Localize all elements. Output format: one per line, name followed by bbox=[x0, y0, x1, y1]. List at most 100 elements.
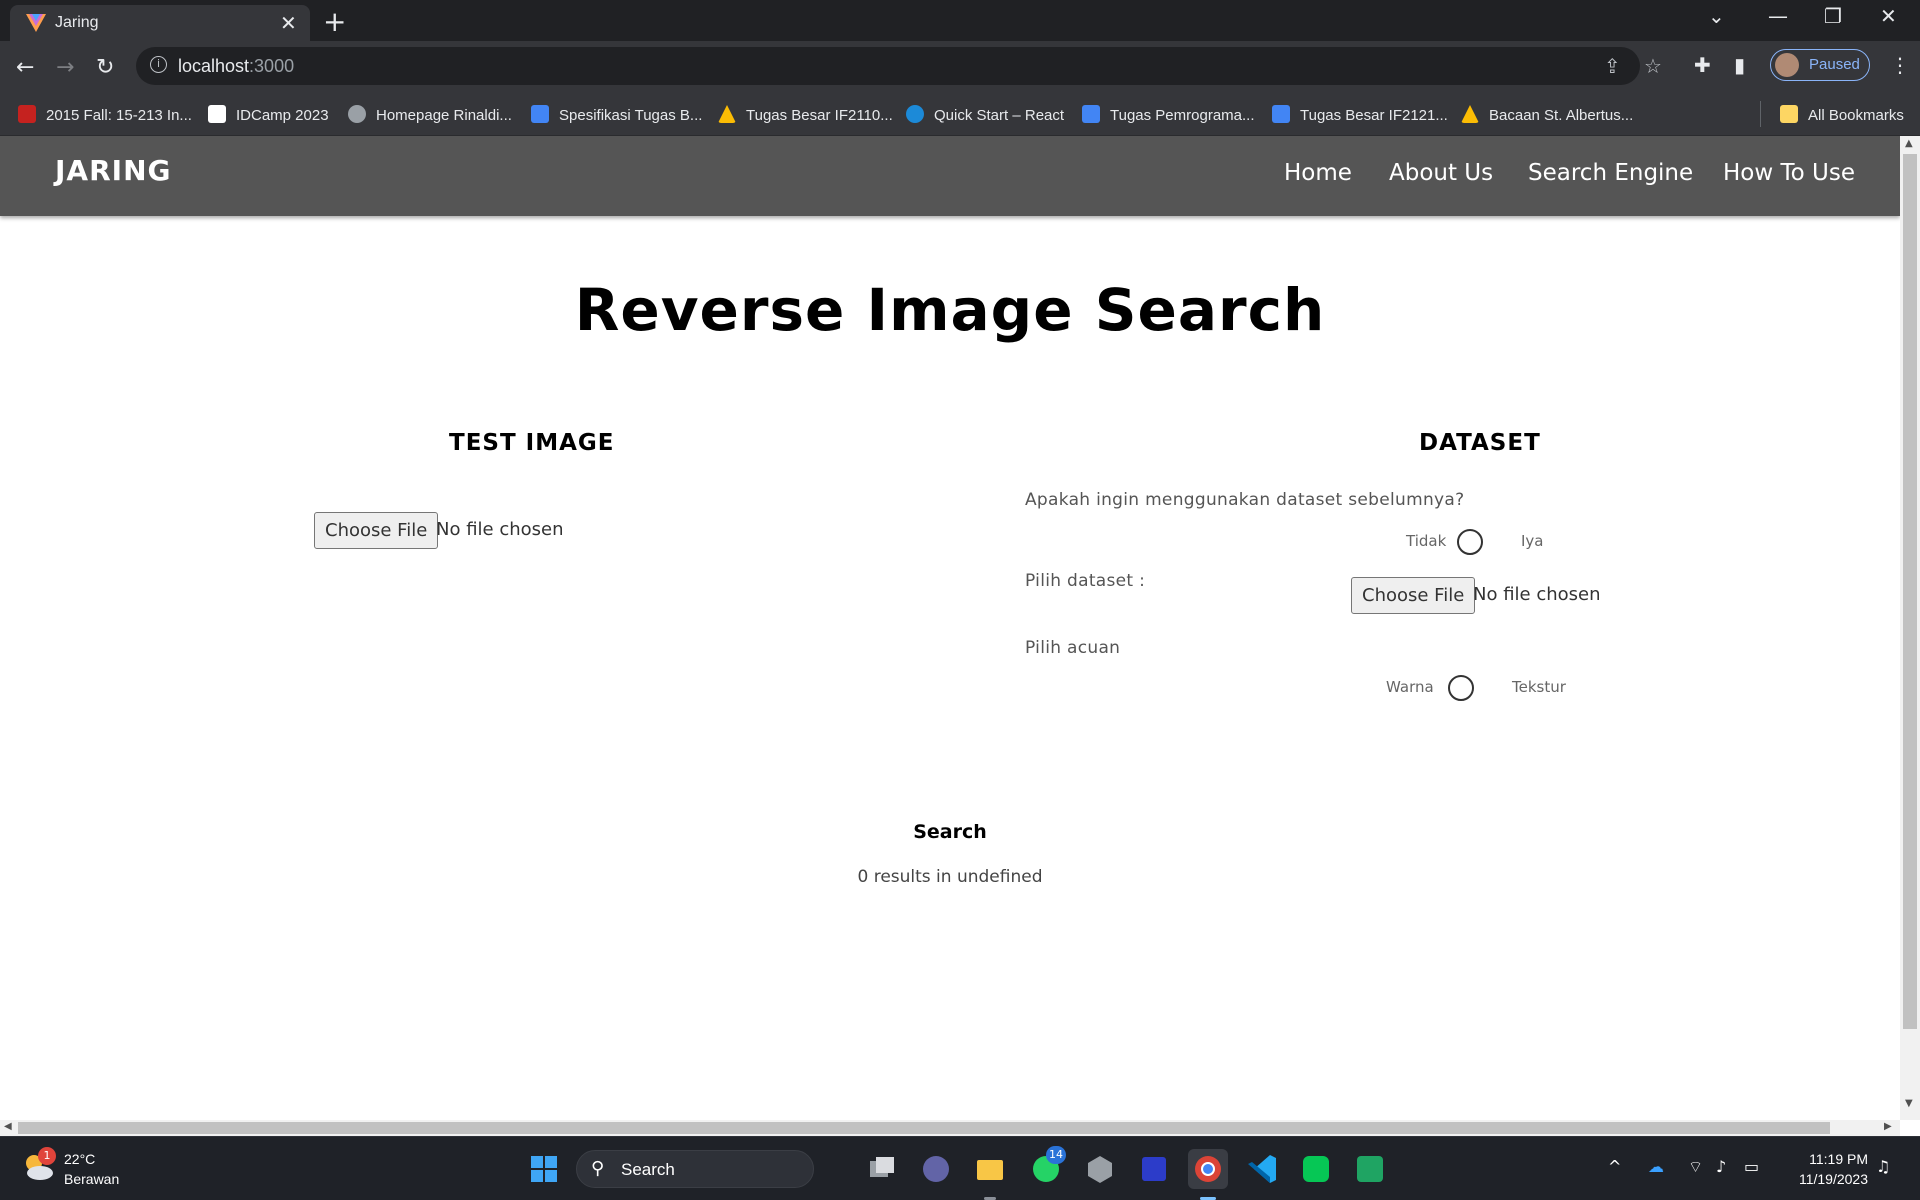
url-port: :3000 bbox=[249, 56, 295, 76]
scroll-right-icon[interactable]: ▶ bbox=[1884, 1121, 1892, 1132]
bookmark-label: 2015 Fall: 15-213 In... bbox=[46, 107, 192, 124]
volume-icon[interactable]: ♪ bbox=[1716, 1157, 1726, 1176]
horizontal-scrollbar[interactable]: ◀ ▶ bbox=[0, 1120, 1900, 1136]
pick-dataset-label: Pilih dataset : bbox=[1025, 571, 1146, 591]
bookmark-favicon-icon bbox=[18, 105, 36, 123]
file-explorer-icon[interactable] bbox=[970, 1149, 1010, 1189]
forward-icon[interactable]: → bbox=[56, 55, 74, 80]
bookmark-label: Bacaan St. Albertus... bbox=[1489, 107, 1634, 124]
weather-description[interactable]: Berawan bbox=[64, 1171, 119, 1187]
bookmark-item[interactable]: Homepage Rinaldi... bbox=[348, 105, 512, 127]
bookmark-label: Spesifikasi Tugas B... bbox=[559, 107, 703, 124]
site-brand[interactable]: JARING bbox=[55, 154, 171, 187]
scroll-left-icon[interactable]: ◀ bbox=[4, 1121, 12, 1132]
google-docs-icon bbox=[1272, 105, 1290, 123]
browser-tab-strip: Jaring ✕ + ⌄ — ❐ ✕ bbox=[0, 0, 1920, 41]
share-icon[interactable]: ⇪ bbox=[1604, 54, 1621, 78]
taskbar-search-box[interactable]: ⚲ Search bbox=[576, 1150, 814, 1188]
bookmark-label: Homepage Rinaldi... bbox=[376, 107, 512, 124]
pick-reference-label: Pilih acuan bbox=[1025, 638, 1121, 658]
profile-status-label: Paused bbox=[1809, 56, 1860, 73]
onedrive-icon[interactable]: ☁ bbox=[1648, 1157, 1664, 1176]
page-title: Reverse Image Search bbox=[574, 276, 1326, 344]
line-app-icon[interactable] bbox=[1296, 1149, 1336, 1189]
reload-icon[interactable]: ↻ bbox=[96, 55, 114, 80]
scroll-down-icon[interactable]: ▼ bbox=[1905, 1098, 1913, 1109]
dataset-file-status: No file chosen bbox=[1473, 584, 1601, 605]
nav-how-to-use-link[interactable]: How To Use bbox=[1723, 160, 1855, 186]
dataset-toggle-no-label: Tidak bbox=[1406, 532, 1447, 550]
test-image-choose-file-button[interactable]: Choose File bbox=[314, 512, 439, 549]
browser-tab[interactable]: Jaring ✕ bbox=[10, 5, 310, 41]
bookmark-item[interactable]: Tugas Pemrograma... bbox=[1082, 105, 1255, 127]
bookmark-item[interactable]: Spesifikasi Tugas B... bbox=[531, 105, 702, 127]
vscode-icon[interactable] bbox=[1242, 1149, 1282, 1189]
scroll-up-icon[interactable]: ▲ bbox=[1905, 138, 1913, 149]
bookmark-item[interactable]: Tugas Besar IF2121... bbox=[1272, 105, 1448, 127]
vertical-scroll-thumb[interactable] bbox=[1903, 154, 1917, 1029]
google-docs-icon bbox=[1082, 105, 1100, 123]
windows-start-icon[interactable] bbox=[524, 1149, 564, 1189]
reference-color-label: Warna bbox=[1386, 678, 1434, 696]
globe-icon bbox=[348, 105, 366, 123]
tab-close-icon[interactable]: ✕ bbox=[280, 11, 297, 35]
editor-app-icon[interactable] bbox=[1134, 1149, 1174, 1189]
bookmark-item[interactable]: Tugas Besar IF2110... bbox=[718, 105, 893, 127]
minimize-icon[interactable]: — bbox=[1768, 4, 1788, 28]
bookmark-star-icon[interactable]: ☆ bbox=[1644, 54, 1662, 78]
chrome-icon[interactable] bbox=[1188, 1149, 1228, 1189]
weather-temperature[interactable]: 22°C bbox=[64, 1151, 95, 1167]
avatar bbox=[1775, 53, 1799, 77]
address-url[interactable]: localhost:3000 bbox=[178, 56, 294, 77]
restore-icon[interactable]: ❐ bbox=[1824, 4, 1842, 28]
page-viewport: JARING Home About Us Search Engine How T… bbox=[0, 136, 1900, 1120]
address-bar[interactable]: i localhost:3000 ⇪ ☆ bbox=[136, 47, 1662, 85]
tab-search-chevron-icon[interactable]: ⌄ bbox=[1708, 4, 1725, 28]
nav-about-link[interactable]: About Us bbox=[1389, 160, 1493, 186]
results-summary: 0 results in undefined bbox=[857, 867, 1043, 887]
dataset-reuse-toggle[interactable] bbox=[1457, 529, 1483, 555]
dataset-heading: DATASET bbox=[1419, 430, 1541, 456]
bookmark-item[interactable]: Quick Start – React bbox=[906, 105, 1064, 127]
url-host: localhost bbox=[178, 56, 250, 76]
system-clock[interactable]: 11:19 PM 11/19/2023 bbox=[1790, 1149, 1868, 1189]
profile-button[interactable]: Paused bbox=[1770, 49, 1870, 81]
back-icon[interactable]: ← bbox=[16, 55, 34, 80]
teams-chat-icon[interactable] bbox=[916, 1149, 956, 1189]
reference-toggle[interactable] bbox=[1448, 675, 1474, 701]
window-close-icon[interactable]: ✕ bbox=[1880, 4, 1897, 28]
search-button[interactable]: Search bbox=[0, 821, 1900, 843]
clock-date: 11/19/2023 bbox=[1798, 1171, 1868, 1187]
folder-icon bbox=[1780, 105, 1798, 123]
battery-icon[interactable]: ▭ bbox=[1744, 1157, 1759, 1176]
nav-home-link[interactable]: Home bbox=[1284, 160, 1352, 186]
google-docs-icon bbox=[531, 105, 549, 123]
google-drive-icon bbox=[1461, 105, 1479, 123]
windows-taskbar: 1 22°C Berawan ⚲ Search 14 ^ ☁ ⌔ ♪ ▭ 11:… bbox=[0, 1136, 1920, 1200]
react-icon bbox=[906, 105, 924, 123]
all-bookmarks-button[interactable]: All Bookmarks bbox=[1780, 105, 1904, 127]
task-view-icon[interactable] bbox=[862, 1149, 902, 1189]
site-favicon-icon bbox=[26, 14, 46, 32]
extensions-puzzle-icon[interactable]: ✚ bbox=[1694, 53, 1711, 77]
nav-search-engine-link[interactable]: Search Engine bbox=[1528, 160, 1693, 186]
bookmark-item[interactable]: 2015 Fall: 15-213 In... bbox=[18, 105, 192, 127]
new-tab-icon[interactable]: + bbox=[323, 5, 346, 38]
side-panel-icon[interactable]: ▮ bbox=[1734, 53, 1745, 77]
bookmark-item[interactable]: IDCamp 2023 bbox=[208, 105, 329, 127]
android-studio-icon[interactable] bbox=[1350, 1149, 1390, 1189]
dataset-choose-file-button[interactable]: Choose File bbox=[1351, 577, 1476, 614]
bookmark-item[interactable]: Bacaan St. Albertus... bbox=[1461, 105, 1633, 127]
notification-bell-icon[interactable]: ♫ bbox=[1876, 1157, 1890, 1176]
test-image-file-status: No file chosen bbox=[436, 519, 564, 540]
site-info-icon[interactable]: i bbox=[150, 56, 167, 73]
vertical-scrollbar[interactable]: ▲ ▼ bbox=[1900, 136, 1920, 1120]
browser-menu-icon[interactable]: ⋮ bbox=[1890, 53, 1910, 77]
horizontal-scroll-thumb[interactable] bbox=[18, 1122, 1830, 1134]
wifi-icon[interactable]: ⌔ bbox=[1688, 1157, 1703, 1177]
clock-time: 11:19 PM bbox=[1809, 1151, 1868, 1167]
google-drive-icon bbox=[718, 105, 736, 123]
tray-overflow-chevron-icon[interactable]: ^ bbox=[1608, 1157, 1621, 1176]
bookmark-favicon-icon bbox=[208, 105, 226, 123]
unity-icon[interactable] bbox=[1080, 1149, 1120, 1189]
